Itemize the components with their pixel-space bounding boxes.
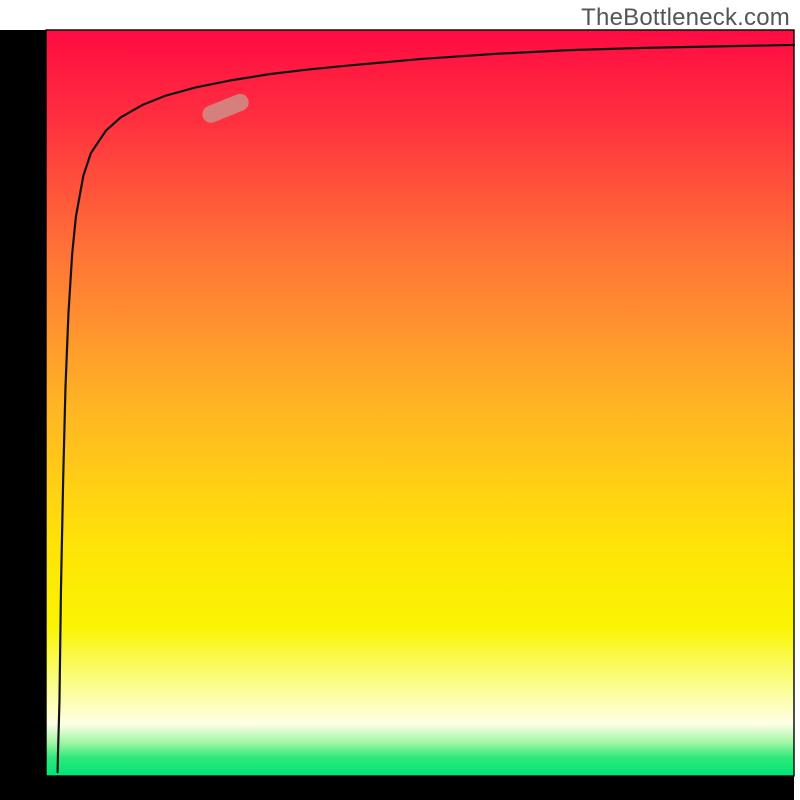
- x-axis-frame: [0, 776, 794, 800]
- bottleneck-chart: [0, 0, 800, 800]
- chart-container: TheBottleneck.com: [0, 0, 800, 800]
- y-axis-frame: [0, 30, 46, 800]
- watermark-label: TheBottleneck.com: [581, 4, 790, 32]
- plot-background: [46, 30, 794, 776]
